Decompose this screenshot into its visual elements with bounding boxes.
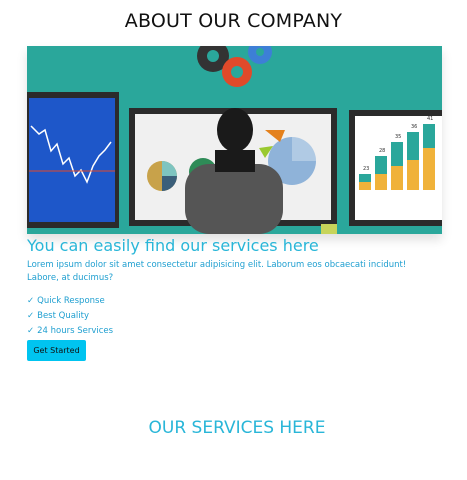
chart-number-label: 35 bbox=[395, 134, 401, 140]
feature-item: ✓ Best Quality bbox=[27, 309, 113, 324]
check-icon: ✓ bbox=[27, 311, 35, 321]
feature-label: 24 hours Services bbox=[37, 326, 114, 336]
gear-icon bbox=[222, 57, 252, 87]
feature-list: ✓ Quick Response ✓ Best Quality ✓ 24 hours … bbox=[27, 294, 113, 339]
page-title: ABOUT OUR COMPANY bbox=[124, 10, 343, 32]
get-started-button[interactable]: Get Started bbox=[27, 340, 86, 361]
chart-number-label: 23 bbox=[363, 166, 369, 172]
monitor-right-icon: 23 28 35 36 41 bbox=[349, 110, 442, 226]
services-title: OUR SERVICES HERE bbox=[148, 418, 326, 438]
feature-label: Quick Response bbox=[37, 296, 105, 306]
feature-item: ✓ 24 hours Services bbox=[27, 324, 113, 339]
about-heading: You can easily find our services here bbox=[27, 236, 319, 255]
monitor-left-icon bbox=[27, 92, 119, 228]
about-description: Lorem ipsum dolor sit amet consectetur a… bbox=[27, 260, 407, 283]
hero-illustration: 23 28 35 36 41 bbox=[27, 46, 442, 234]
feature-label: Best Quality bbox=[37, 311, 90, 321]
hero-image: 23 28 35 36 41 bbox=[27, 46, 442, 234]
feature-item: ✓ Quick Response bbox=[27, 294, 113, 309]
coffee-mug-icon bbox=[321, 224, 337, 234]
chart-number-label: 36 bbox=[411, 124, 417, 130]
chart-number-label: 41 bbox=[427, 116, 433, 122]
check-icon: ✓ bbox=[27, 326, 35, 336]
check-icon: ✓ bbox=[27, 296, 35, 306]
chart-number-label: 28 bbox=[379, 148, 385, 154]
